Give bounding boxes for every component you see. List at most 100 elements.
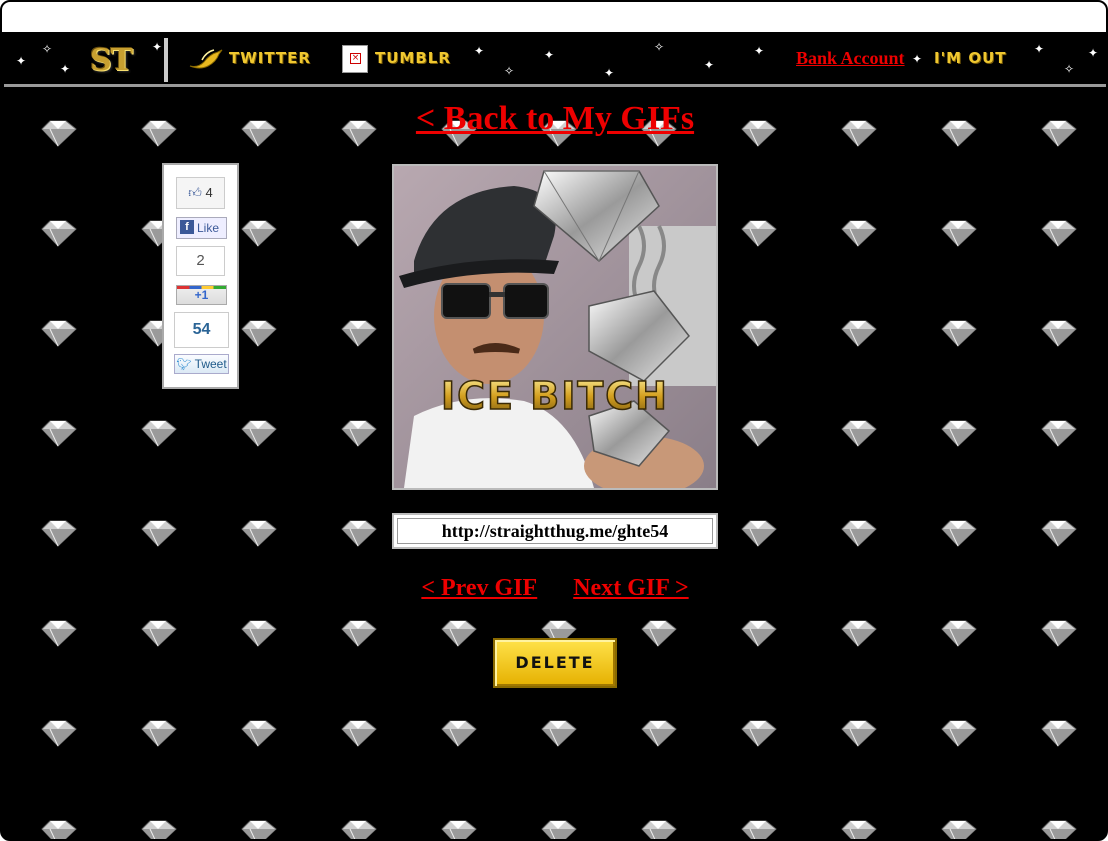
- share-url-box[interactable]: http://straightthug.me/ghte54: [392, 513, 718, 549]
- diamond-icon: [841, 620, 877, 647]
- gif-frame: ICE BITCH: [392, 164, 718, 490]
- bank-account-link[interactable]: Bank Account: [796, 48, 905, 69]
- diamond-icon: [241, 320, 277, 347]
- diamond-icon: [241, 820, 277, 839]
- diamond-icon: [841, 820, 877, 839]
- diamond-icon: [941, 220, 977, 247]
- browser-window: ✦ ✧ ✦ ✦ ✦ ✧ ✦ ✦ ✧ ✦ ✦ ✦ ✦ ✧ ✦ ST TWITTER…: [0, 0, 1108, 841]
- back-to-gifs-link[interactable]: < Back to My GIFs: [416, 100, 694, 137]
- google-plus-label: +1: [194, 288, 209, 302]
- diamond-icon: [941, 620, 977, 647]
- page-body: ✦ ✧ ✦ ✦ ✦ ✧ ✦ ✦ ✧ ✦ ✦ ✦ ✦ ✧ ✦ ST TWITTER…: [4, 34, 1106, 839]
- diamond-icon: [941, 320, 977, 347]
- tumblr-link[interactable]: TUMBLR: [375, 49, 451, 67]
- diamond-icon: [1041, 420, 1077, 447]
- diamond-icon: [341, 820, 377, 839]
- sparkle-icon: ✦: [16, 54, 27, 68]
- sparkle-icon: ✦: [544, 48, 555, 62]
- google-plus-one-button[interactable]: +1: [176, 285, 227, 305]
- google-color-strip: [177, 286, 226, 289]
- gif-caption-text: ICE BITCH: [441, 374, 669, 418]
- sparkle-icon: ✦: [704, 58, 715, 72]
- facebook-like-label: Like: [197, 221, 220, 235]
- diamond-icon: [341, 320, 377, 347]
- diamond-icon: [141, 420, 177, 447]
- diamond-icon: [941, 720, 977, 747]
- diamond-icon: [341, 620, 377, 647]
- sparkle-icon: ✦: [1088, 46, 1099, 60]
- share-url-inner-border: [397, 518, 713, 544]
- back-link-container: < Back to My GIFs: [4, 100, 1106, 138]
- diamond-icon: [741, 820, 777, 839]
- diamond-icon: [841, 520, 877, 547]
- prev-gif-link[interactable]: < Prev GIF: [421, 575, 537, 601]
- diamond-icon: [441, 620, 477, 647]
- diamond-icon: [241, 620, 277, 647]
- diamond-icon: [541, 720, 577, 747]
- diamond-icon: [741, 720, 777, 747]
- sparkle-icon: ✧: [42, 42, 53, 56]
- diamond-icon: [41, 520, 77, 547]
- facebook-like-button[interactable]: f Like: [176, 217, 227, 239]
- diamond-icon: [541, 820, 577, 839]
- sparkle-icon: ✦: [60, 62, 71, 76]
- diamond-icon: [741, 520, 777, 547]
- social-share-panel: 👍︎ 4 f Like 2 +1 54 🐦︎ Tweet: [162, 163, 239, 389]
- sparkle-icon: ✧: [504, 64, 515, 78]
- tweet-button[interactable]: 🐦︎ Tweet: [174, 354, 229, 374]
- diamond-icon: [841, 420, 877, 447]
- google-plus-count: 2: [176, 246, 225, 276]
- diamond-icon: [341, 720, 377, 747]
- diamond-icon: [941, 820, 977, 839]
- diamond-icon: [741, 620, 777, 647]
- browser-chrome-bar: [2, 2, 1106, 34]
- diamond-icon: [341, 220, 377, 247]
- twitter-link[interactable]: TWITTER: [229, 49, 311, 67]
- diamond-icon: [41, 620, 77, 647]
- diamond-icon: [941, 420, 977, 447]
- diamond-icon: [41, 720, 77, 747]
- sparkle-icon: ✦: [152, 40, 163, 54]
- diamond-icon: [141, 720, 177, 747]
- nav-divider: [164, 38, 168, 82]
- facebook-icon: f: [180, 220, 194, 234]
- facebook-like-count: 👍︎ 4: [176, 177, 225, 209]
- diamond-icon: [241, 520, 277, 547]
- diamond-icon: [1041, 720, 1077, 747]
- facebook-count-value: 4: [205, 185, 213, 200]
- logout-link[interactable]: I'M OUT: [934, 49, 1007, 67]
- gif-pagination: < Prev GIF Next GIF >: [4, 575, 1106, 602]
- tumblr-broken-image-icon[interactable]: ×: [342, 45, 368, 73]
- sparkle-icon: ✦: [1034, 42, 1045, 56]
- twitter-bird-small-icon: 🐦︎: [176, 357, 192, 371]
- delete-button[interactable]: DELETE: [493, 638, 617, 688]
- diamond-icon: [941, 520, 977, 547]
- sparkle-icon: ✦: [754, 44, 765, 58]
- sparkle-icon: ✦: [912, 52, 923, 66]
- sparkle-icon: ✦: [474, 44, 485, 58]
- twitter-bird-icon[interactable]: [188, 46, 224, 72]
- diamond-icon: [41, 320, 77, 347]
- diamond-icon: [441, 820, 477, 839]
- gif-image[interactable]: ICE BITCH: [394, 166, 716, 488]
- tweet-label: Tweet: [194, 357, 227, 371]
- diamond-icon: [641, 620, 677, 647]
- diamond-icon: [41, 420, 77, 447]
- diamond-icon: [241, 220, 277, 247]
- thumbs-up-icon: 👍︎: [188, 185, 202, 200]
- diamond-icon: [641, 720, 677, 747]
- diamond-icon: [441, 720, 477, 747]
- next-gif-link[interactable]: Next GIF >: [573, 575, 688, 601]
- top-nav: ✦ ✧ ✦ ✦ ✦ ✧ ✦ ✦ ✧ ✦ ✦ ✦ ✦ ✧ ✦ ST TWITTER…: [4, 34, 1106, 87]
- diamond-icon: [841, 720, 877, 747]
- diamond-icon: [341, 520, 377, 547]
- diamond-icon: [1041, 520, 1077, 547]
- diamond-icon: [1041, 820, 1077, 839]
- diamond-icon: [141, 520, 177, 547]
- diamond-icon: [141, 620, 177, 647]
- site-logo[interactable]: ST: [90, 43, 150, 78]
- diamond-icon: [41, 820, 77, 839]
- diamond-icon: [41, 220, 77, 247]
- diamond-icon: [741, 320, 777, 347]
- sparkle-icon: ✦: [604, 66, 615, 80]
